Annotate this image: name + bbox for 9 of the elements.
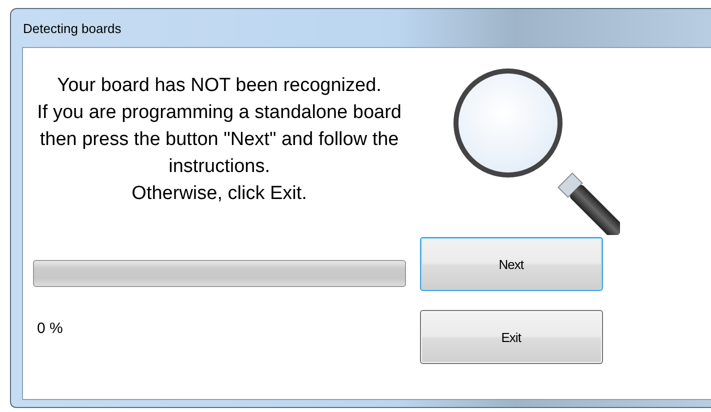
message-text: instructions. bbox=[168, 155, 270, 179]
message-text: then press the button "Next" and follow the bbox=[40, 128, 399, 152]
window-title: Detecting boards bbox=[22, 20, 122, 38]
message-text: Otherwise, click Exit. bbox=[132, 182, 307, 206]
dialog-button[interactable]: Next bbox=[420, 237, 603, 291]
message-text: Your board has NOT been recognized. bbox=[57, 74, 382, 98]
dialog-button[interactable]: Exit bbox=[420, 310, 603, 364]
progress-percent: 0 % bbox=[37, 320, 63, 337]
message-text: If you are programming a standalone board bbox=[37, 101, 402, 125]
